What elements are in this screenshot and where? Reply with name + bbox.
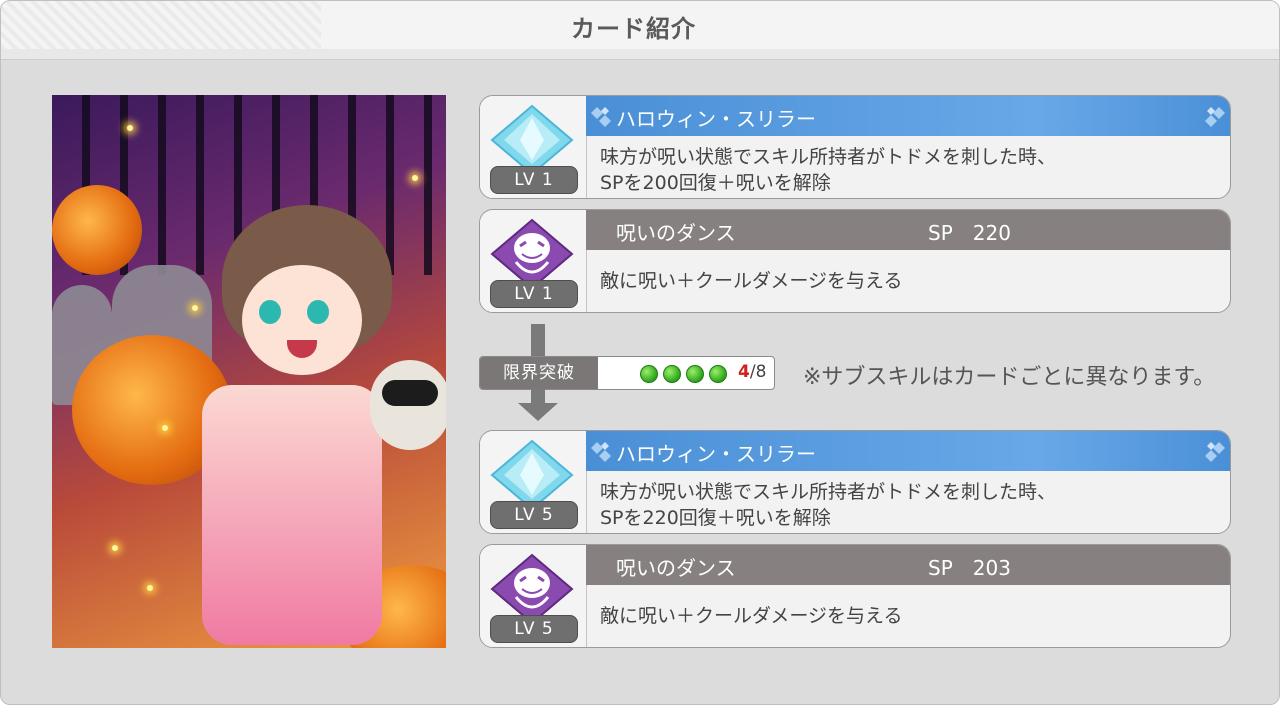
skill-name: 呪いのダンス: [616, 221, 736, 245]
skill-description: 敵に呪い＋クールダメージを与える: [600, 268, 1220, 294]
diamond-deco-icon: [1205, 107, 1225, 127]
character-eye: [307, 300, 329, 324]
card-artwork: [52, 95, 446, 648]
description-line: 味方が呪い状態でスキル所持者がトドメを刺した時、: [600, 481, 1057, 503]
header-divider: [1, 49, 1279, 60]
skill-name: 呪いのダンス: [616, 556, 736, 580]
ghost-curse-icon: [490, 218, 574, 288]
description-line: SPを220回復＋呪いを解除: [600, 507, 831, 529]
support-skill-card-after: LV 5 ハロウィン・スリラー 味方が呪い状態でスキル所持者がトドメを刺した時、…: [479, 430, 1231, 534]
description-line: 敵に呪い＋クールダメージを与える: [600, 605, 903, 627]
diamond-deco-icon: [591, 442, 611, 462]
limit-break-total: /8: [749, 362, 767, 382]
skill-header: 呪いのダンス SP 220: [586, 210, 1230, 250]
skill-description: 味方が呪い状態でスキル所持者がトドメを刺した時、 SPを220回復＋呪いを解除: [600, 479, 1220, 531]
level-badge: LV 1: [490, 280, 578, 308]
header-bar: カード紹介: [1, 1, 1279, 50]
limit-break-dot-icon: [709, 365, 727, 383]
sparkle: [412, 175, 418, 181]
skill-description: 味方が呪い状態でスキル所持者がトドメを刺した時、 SPを200回復＋呪いを解除: [600, 144, 1220, 196]
sparkle: [112, 545, 118, 551]
sparkle: [162, 425, 168, 431]
description-line: 味方が呪い状態でスキル所持者がトドメを刺した時、: [600, 146, 1057, 168]
level-badge: LV 5: [490, 615, 578, 643]
level-badge: LV 1: [490, 166, 578, 194]
level-badge: LV 5: [490, 501, 578, 529]
skill-header: 呪いのダンス SP 203: [586, 545, 1230, 585]
skill-icon-area: LV 5: [480, 431, 587, 533]
ghost-curse-icon: [490, 553, 574, 623]
support-skill-card-before: LV 1 ハロウィン・スリラー 味方が呪い状態でスキル所持者がトドメを刺した時、…: [479, 95, 1231, 199]
arrow-down-icon: [518, 403, 558, 421]
skill-sp-cost: SP 203: [928, 556, 1011, 580]
limit-break-dot-icon: [686, 365, 704, 383]
card-intro-panel: カード紹介 LV 1 ハロウィン・スリラー 味方が呪い状態でスキル所持者がトドメ…: [0, 0, 1280, 705]
character-eye: [259, 300, 281, 324]
diamond-deco-icon: [591, 107, 611, 127]
sparkle: [147, 585, 153, 591]
mummy-eyes: [382, 380, 438, 406]
page-title: カード紹介: [571, 15, 696, 43]
limit-break-label: 限界突破: [480, 357, 598, 389]
active-skill-card-before: LV 1 呪いのダンス SP 220 敵に呪い＋クールダメージを与える: [479, 209, 1231, 313]
limit-break-indicator: 限界突破 4/8: [479, 356, 775, 390]
skill-description: 敵に呪い＋クールダメージを与える: [600, 603, 1220, 629]
limit-break-dot-icon: [663, 365, 681, 383]
limit-break-current: 4: [738, 362, 750, 382]
crystal-gem-icon: [490, 439, 574, 509]
skill-header: ハロウィン・スリラー: [586, 431, 1230, 471]
active-skill-card-after: LV 5 呪いのダンス SP 203 敵に呪い＋クールダメージを与える: [479, 544, 1231, 648]
character-face: [242, 265, 362, 375]
sub-skill-note: ※サブスキルはカードごとに異なります。: [803, 365, 1216, 390]
skill-name: ハロウィン・スリラー: [616, 107, 816, 131]
limit-break-count: 4/8: [738, 362, 766, 382]
sparkle: [127, 125, 133, 131]
skill-sp-cost: SP 220: [928, 221, 1011, 245]
character-body: [202, 385, 382, 645]
skill-name: ハロウィン・スリラー: [616, 442, 816, 466]
crystal-gem-icon: [490, 104, 574, 174]
description-line: SPを200回復＋呪いを解除: [600, 172, 831, 194]
skill-icon-area: LV 1: [480, 96, 587, 198]
arrow-stem: [531, 324, 545, 360]
skill-header: ハロウィン・スリラー: [586, 96, 1230, 136]
sparkle: [192, 305, 198, 311]
description-line: 敵に呪い＋クールダメージを与える: [600, 270, 903, 292]
diamond-deco-icon: [1205, 442, 1225, 462]
skill-icon-area: LV 5: [480, 545, 587, 647]
skill-icon-area: LV 1: [480, 210, 587, 312]
pumpkin: [52, 185, 142, 275]
limit-break-dot-icon: [640, 365, 658, 383]
